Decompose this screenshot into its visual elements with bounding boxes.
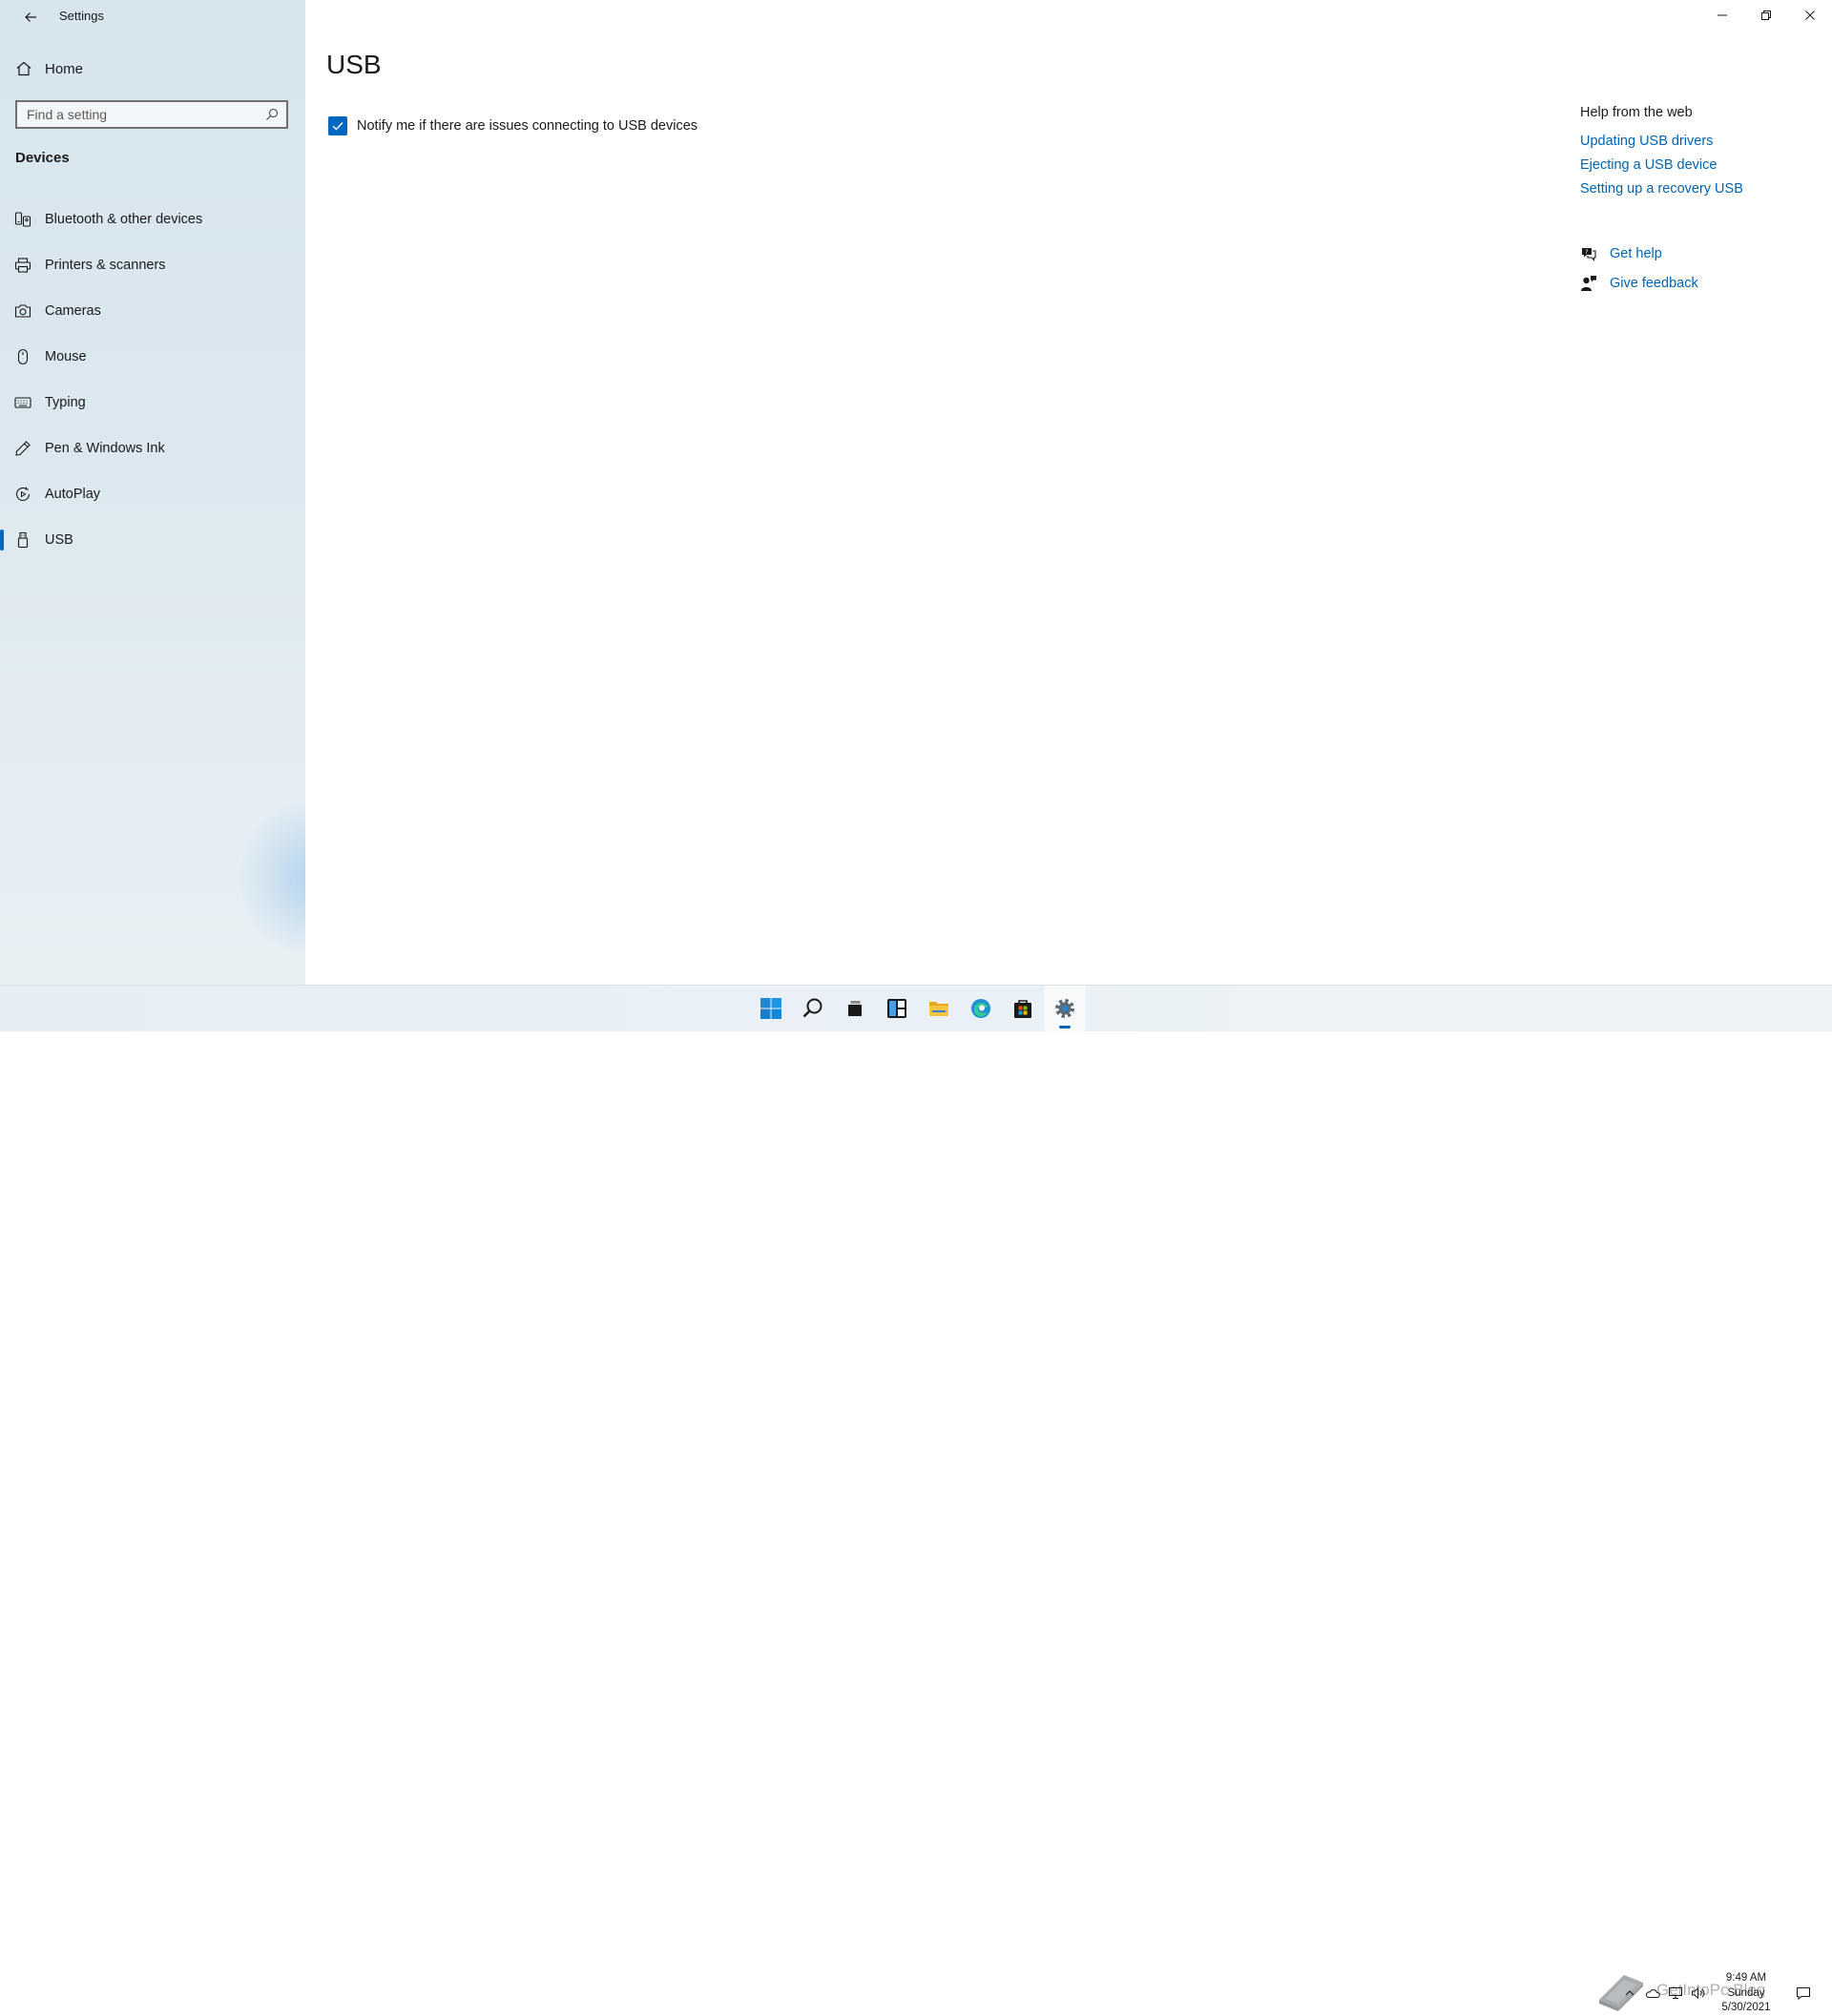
close-icon (1805, 10, 1815, 20)
sidebar-item-bluetooth[interactable]: Bluetooth & other devices (0, 197, 305, 242)
network-icon (1669, 1987, 1682, 1999)
home-label: Home (45, 60, 84, 77)
notify-checkbox[interactable] (328, 116, 347, 135)
taskbar-edge-button[interactable] (960, 986, 1002, 1031)
checkmark-icon (332, 122, 344, 131)
taskbar-settings-button[interactable] (1044, 986, 1086, 1031)
sidebar-item-label: Bluetooth & other devices (45, 212, 203, 227)
page-title: USB (326, 50, 382, 79)
sidebar-item-autoplay[interactable]: AutoPlay (0, 471, 305, 517)
sidebar-item-pen[interactable]: Pen & Windows Ink (0, 426, 305, 471)
tray-overflow-button[interactable] (1618, 1970, 1641, 2016)
clock-day: Sunday (1727, 1986, 1765, 1999)
mouse-icon (17, 348, 29, 365)
back-button[interactable] (11, 4, 50, 31)
taskbar-search-icon (802, 998, 822, 1018)
get-help-link[interactable]: Get help (1610, 246, 1662, 261)
volume-icon (1692, 1986, 1705, 2000)
usb-icon (17, 531, 29, 549)
help-title: Help from the web (1580, 105, 1693, 120)
notify-checkbox-label[interactable]: Notify me if there are issues connecting… (357, 118, 697, 134)
sidebar-item-label: AutoPlay (45, 487, 101, 502)
tray-network-button[interactable] (1664, 1970, 1687, 2016)
autoplay-icon (15, 487, 31, 502)
sidebar-nav: Bluetooth & other devices Printers & sca… (0, 197, 305, 563)
back-arrow-icon (25, 12, 36, 22)
sidebar-item-home[interactable]: Home (0, 53, 305, 84)
app-title: Settings (59, 9, 104, 23)
restore-button[interactable] (1744, 0, 1788, 31)
widgets-icon (887, 999, 906, 1018)
windows-start-icon (760, 998, 781, 1019)
help-panel: Help from the web Updating USB drivers E… (1580, 105, 1809, 298)
home-icon (16, 61, 31, 76)
taskbar-start-button[interactable] (750, 986, 792, 1031)
taskbar-search-button[interactable] (792, 986, 834, 1031)
give-feedback-link[interactable]: Give feedback (1610, 276, 1698, 291)
clock-date: 5/30/2021 (1721, 2002, 1771, 2013)
chevron-up-icon (1625, 1990, 1634, 1996)
get-help-icon: ? (1582, 247, 1596, 261)
sidebar-item-label: Pen & Windows Ink (45, 441, 165, 456)
restore-icon (1761, 10, 1771, 20)
taskbar: GetIntoPc Blog 9:49 AM Sunday 5/30/2021 (0, 985, 1832, 2013)
settings-gear-icon (1055, 999, 1074, 1018)
taskbar-clock[interactable]: 9:49 AM Sunday 5/30/2021 (1708, 1970, 1784, 2016)
section-title: Devices (15, 150, 70, 166)
sidebar-item-label: Typing (45, 395, 86, 410)
minimize-button[interactable] (1700, 0, 1744, 31)
sidebar-background-glow (239, 801, 305, 954)
sidebar-item-label: Mouse (45, 349, 87, 364)
close-button[interactable] (1788, 0, 1832, 31)
feedback-icon (1581, 275, 1596, 291)
edge-browser-icon (971, 999, 990, 1018)
pen-icon (15, 441, 31, 456)
search-icon[interactable] (265, 108, 279, 121)
taskbar-apps (750, 986, 1086, 1031)
taskbar-task-view-button[interactable] (834, 986, 876, 1031)
file-explorer-icon (929, 1002, 948, 1016)
tray-volume-button[interactable] (1687, 1970, 1710, 2016)
clock-time: 9:49 AM (1725, 1972, 1767, 1984)
notification-center-button[interactable] (1788, 1970, 1819, 2016)
sidebar-item-usb[interactable]: USB (0, 517, 305, 563)
help-link-recovery-usb[interactable]: Setting up a recovery USB (1580, 181, 1809, 197)
keyboard-icon (14, 397, 31, 408)
taskbar-file-explorer-button[interactable] (918, 986, 960, 1031)
taskbar-widgets-button[interactable] (876, 986, 918, 1031)
help-link-updating-drivers[interactable]: Updating USB drivers (1580, 134, 1809, 149)
notify-usb-issues-setting[interactable]: Notify me if there are issues connecting… (328, 116, 697, 135)
sidebar-item-mouse[interactable]: Mouse (0, 334, 305, 380)
help-actions: ? Get help Give feedback (1580, 239, 1809, 298)
sidebar-item-printers[interactable]: Printers & scanners (0, 242, 305, 288)
search-box[interactable] (15, 100, 288, 129)
search-input[interactable] (17, 102, 265, 127)
help-link-ejecting-device[interactable]: Ejecting a USB device (1580, 157, 1809, 173)
sidebar-item-label: USB (45, 532, 73, 548)
store-icon (1014, 1000, 1031, 1018)
onedrive-cloud-icon (1645, 1989, 1660, 1998)
sidebar-item-typing[interactable]: Typing (0, 380, 305, 426)
get-help-action[interactable]: ? Get help (1580, 239, 1809, 268)
tray-onedrive-button[interactable] (1641, 1970, 1664, 2016)
window-caption-buttons (1700, 0, 1832, 31)
bluetooth-devices-icon (14, 212, 31, 227)
sidebar: Settings Home Devices Bluetooth & other … (0, 0, 305, 985)
printer-icon (14, 258, 31, 273)
sidebar-item-label: Cameras (45, 303, 101, 319)
taskbar-store-button[interactable] (1002, 986, 1044, 1031)
give-feedback-action[interactable]: Give feedback (1580, 268, 1809, 298)
camera-icon (14, 304, 31, 318)
svg-text:?: ? (1585, 248, 1588, 255)
task-view-icon (848, 1001, 862, 1016)
system-tray (1618, 1970, 1710, 2016)
sidebar-item-cameras[interactable]: Cameras (0, 288, 305, 334)
notification-icon (1797, 1987, 1810, 2001)
sidebar-item-label: Printers & scanners (45, 258, 166, 273)
minimize-icon (1718, 14, 1727, 16)
